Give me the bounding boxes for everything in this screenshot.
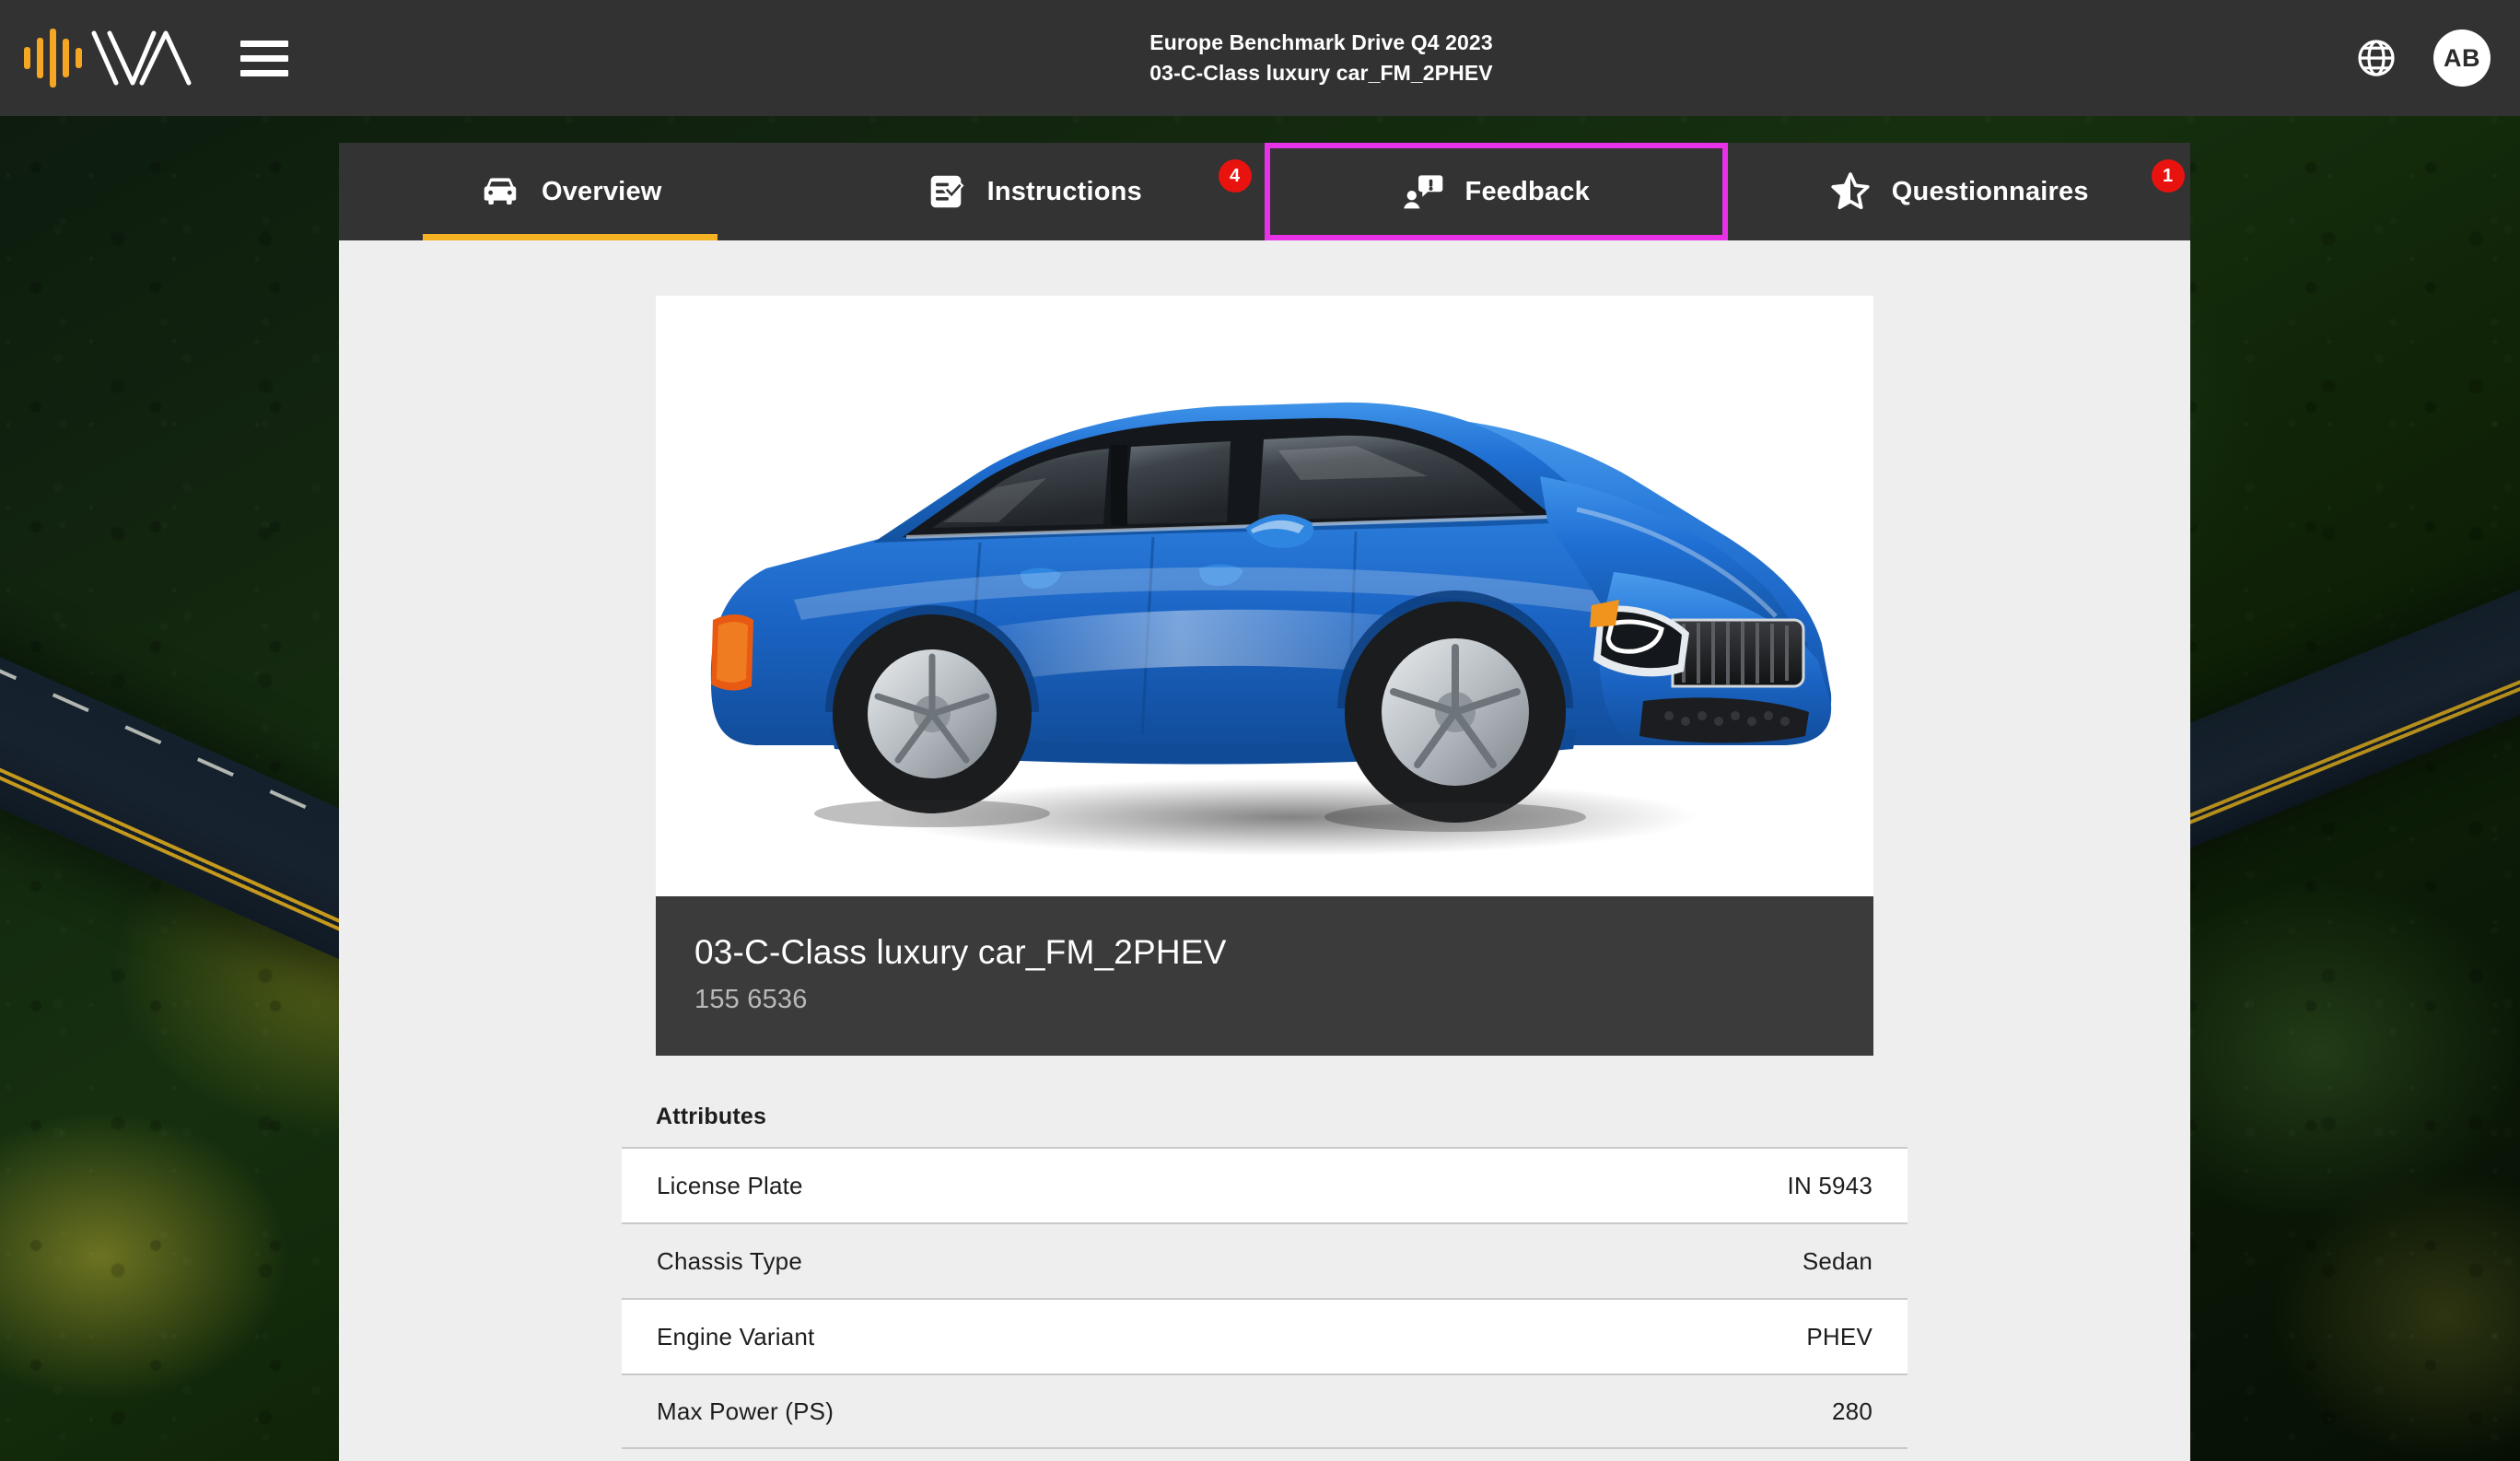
tab-questionnaires[interactable]: Questionnaires 1 <box>1728 143 2191 240</box>
vehicle-card: 03-C-Class luxury car_FM_2PHEV 155 6536 <box>656 296 1873 1056</box>
hamburger-line <box>240 69 288 76</box>
attribute-value: PHEV <box>1806 1322 1872 1350</box>
checklist-icon <box>930 175 964 208</box>
tab-label: Instructions <box>986 176 1142 206</box>
vehicle-id: 155 6536 <box>694 985 808 1014</box>
blue-sedan-car-illustration <box>656 296 1873 896</box>
vehicle-caption: 03-C-Class luxury car_FM_2PHEV 155 6536 <box>656 896 1873 1056</box>
attribute-key: Engine Variant <box>657 1322 815 1350</box>
attributes-list: License Plate IN 5943 Chassis Type Sedan… <box>622 1147 1908 1449</box>
hamburger-menu-button[interactable] <box>240 37 288 79</box>
star-half-icon <box>1831 172 1870 210</box>
page-title: Europe Benchmark Drive Q4 2023 03-C-Clas… <box>288 28 2354 88</box>
attributes-heading: Attributes <box>656 1104 767 1129</box>
page-title-line2: 03-C-Class luxury car_FM_2PHEV <box>1149 61 1493 85</box>
tab-bar: Overview Instructions 4 Feedback Questio… <box>339 143 2190 240</box>
avatar[interactable]: AB <box>2433 29 2491 87</box>
table-row[interactable]: License Plate IN 5943 <box>622 1147 1908 1222</box>
avatar-initials: AB <box>2444 43 2480 72</box>
top-bar: Europe Benchmark Drive Q4 2023 03-C-Clas… <box>0 0 2520 116</box>
attribute-key: Chassis Type <box>657 1246 802 1275</box>
tab-badge-questionnaires: 1 <box>2151 159 2185 193</box>
attribute-value: IN 5943 <box>1787 1171 1872 1199</box>
tab-label: Feedback <box>1464 176 1590 206</box>
table-row[interactable]: Max Power (PS) 280 <box>622 1373 1908 1449</box>
wva-logo[interactable] <box>24 28 209 88</box>
brand-area <box>0 28 288 88</box>
hamburger-line <box>240 54 288 62</box>
panel-body: 03-C-Class luxury car_FM_2PHEV 155 6536 … <box>339 240 2190 1461</box>
table-row[interactable]: Chassis Type Sedan <box>622 1222 1908 1298</box>
tab-label: Questionnaires <box>1891 176 2089 206</box>
content-panel: Overview Instructions 4 Feedback Questio… <box>339 143 2190 1461</box>
attribute-key: License Plate <box>657 1171 803 1199</box>
tab-label: Overview <box>541 176 662 206</box>
equalizer-bars-icon <box>24 29 82 88</box>
top-bar-actions: AB <box>2354 29 2520 87</box>
tab-badge-instructions: 4 <box>1218 159 1252 193</box>
vehicle-name: 03-C-Class luxury car_FM_2PHEV <box>694 933 1227 971</box>
app-root: Europe Benchmark Drive Q4 2023 03-C-Clas… <box>0 0 2520 1461</box>
vehicle-image <box>656 296 1873 896</box>
person-comment-icon <box>1403 175 1442 209</box>
car-front-icon <box>484 178 517 205</box>
hamburger-line <box>240 40 288 47</box>
tab-overview[interactable]: Overview <box>339 143 802 240</box>
globe-icon[interactable] <box>2354 36 2398 80</box>
tab-feedback[interactable]: Feedback <box>1265 143 1728 240</box>
table-row[interactable]: Engine Variant PHEV <box>622 1298 1908 1373</box>
attribute-value: 280 <box>1832 1397 1872 1425</box>
wva-wordmark-icon <box>91 30 192 86</box>
attribute-value: Sedan <box>1802 1246 1872 1275</box>
attribute-key: Max Power (PS) <box>657 1397 834 1425</box>
tab-instructions[interactable]: Instructions 4 <box>802 143 1266 240</box>
page-title-line1: Europe Benchmark Drive Q4 2023 <box>1149 30 1493 55</box>
